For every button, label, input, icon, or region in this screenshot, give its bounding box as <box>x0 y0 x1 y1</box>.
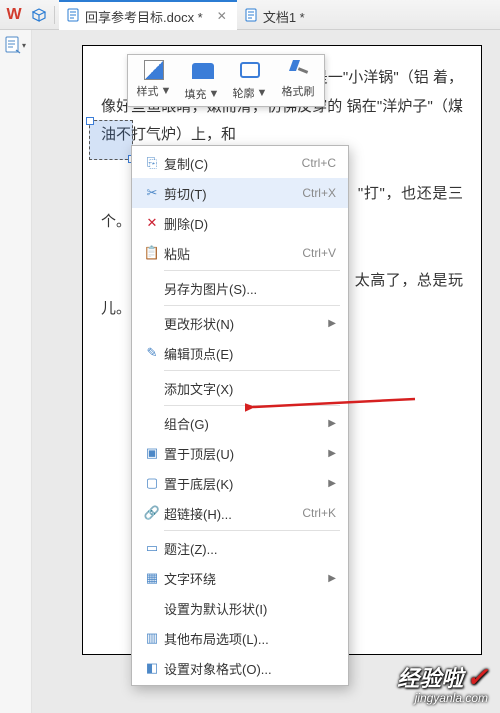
menu-icon: ▭ <box>140 540 164 556</box>
menu-item[interactable]: ⎘复制(C)Ctrl+C <box>132 148 348 178</box>
style-icon <box>144 60 164 80</box>
outline-dropdown[interactable]: 轮廓▼ <box>226 57 274 104</box>
chevron-right-icon: ▶ <box>328 318 336 329</box>
menu-icon: ▦ <box>140 570 164 586</box>
menu-item[interactable]: ✕删除(D) <box>132 208 348 238</box>
menu-item[interactable]: 组合(G) ▶ <box>132 408 348 438</box>
menu-icon: 📋 <box>140 245 164 261</box>
box-icon[interactable] <box>28 8 50 22</box>
menu-item[interactable]: ✎编辑顶点(E) <box>132 338 348 368</box>
menu-item[interactable]: ▥其他布局选项(L)... <box>132 623 348 653</box>
shape-format-toolbar: 样式▼ 填充▼ 轮廓▼ 格式刷 <box>127 54 325 107</box>
chevron-right-icon: ▶ <box>328 573 336 584</box>
menu-label: 组合(G) <box>164 414 324 433</box>
menu-label: 文字环绕 <box>164 569 324 588</box>
menu-item[interactable]: ▣置于顶层(U) ▶ <box>132 438 348 468</box>
tab-label: 回享参考目标.docx * <box>85 7 203 26</box>
chevron-right-icon: ▶ <box>328 478 336 489</box>
document-tabs: 回享参考目标.docx * ✕ 文档1 * <box>59 0 315 29</box>
menu-label: 设置对象格式(O)... <box>164 659 336 678</box>
tab-document-1[interactable]: 回享参考目标.docx * ✕ <box>59 0 237 30</box>
menu-shortcut: Ctrl+K <box>302 506 336 520</box>
menu-label: 超链接(H)... <box>164 504 302 523</box>
menu-icon: ✎ <box>140 345 164 361</box>
menu-label: 题注(Z)... <box>164 539 336 558</box>
menu-separator <box>164 405 340 406</box>
format-painter-button[interactable]: 格式刷 <box>274 57 322 104</box>
menu-label: 剪切(T) <box>164 184 302 203</box>
tab-label: 文档1 * <box>263 7 305 26</box>
sidebar-doc-icon[interactable]: ▾ <box>0 30 31 60</box>
menu-icon: ▣ <box>140 445 164 461</box>
doc-icon <box>67 8 79 25</box>
app-icon: W <box>0 1 28 29</box>
menu-shortcut: Ctrl+X <box>302 186 336 200</box>
separator <box>54 6 55 24</box>
menu-icon: ✕ <box>140 215 164 231</box>
chevron-down-icon: ▼ <box>209 88 220 100</box>
close-icon[interactable]: ✕ <box>217 10 227 22</box>
title-bar: W 回享参考目标.docx * ✕ 文档1 * <box>0 0 500 30</box>
menu-item[interactable]: 另存为图片(S)... <box>132 273 348 303</box>
menu-label: 置于底层(K) <box>164 474 324 493</box>
doc-icon <box>245 8 257 25</box>
selected-shape[interactable] <box>89 120 133 160</box>
menu-separator <box>164 530 340 531</box>
menu-label: 删除(D) <box>164 214 336 233</box>
brush-icon <box>288 60 310 78</box>
menu-item[interactable]: ◧设置对象格式(O)... <box>132 653 348 683</box>
menu-label: 另存为图片(S)... <box>164 279 336 298</box>
menu-item[interactable]: ▦文字环绕 ▶ <box>132 563 348 593</box>
outline-icon <box>240 62 260 78</box>
chevron-right-icon: ▶ <box>328 418 336 429</box>
menu-separator <box>164 305 340 306</box>
menu-item[interactable]: 📋粘贴Ctrl+V <box>132 238 348 268</box>
menu-shortcut: Ctrl+V <box>302 246 336 260</box>
menu-item[interactable]: 设置为默认形状(I) <box>132 593 348 623</box>
style-dropdown[interactable]: 样式▼ <box>130 57 178 104</box>
context-menu: ⎘复制(C)Ctrl+C✂剪切(T)Ctrl+X✕删除(D)📋粘贴Ctrl+V另… <box>131 145 349 686</box>
menu-item[interactable]: 🔗超链接(H)...Ctrl+K <box>132 498 348 528</box>
menu-label: 复制(C) <box>164 154 302 173</box>
menu-label: 更改形状(N) <box>164 314 324 333</box>
fill-icon <box>192 63 214 79</box>
menu-item[interactable]: 更改形状(N) ▶ <box>132 308 348 338</box>
menu-shortcut: Ctrl+C <box>302 156 336 170</box>
menu-icon: ◧ <box>140 660 164 676</box>
menu-item[interactable]: 添加文字(X) <box>132 373 348 403</box>
chevron-down-icon: ▼ <box>161 85 172 97</box>
fill-dropdown[interactable]: 填充▼ <box>178 57 226 104</box>
menu-item[interactable]: ✂剪切(T)Ctrl+X <box>132 178 348 208</box>
chevron-down-icon: ▼ <box>257 87 268 99</box>
menu-label: 其他布局选项(L)... <box>164 629 336 648</box>
menu-separator <box>164 270 340 271</box>
menu-icon: ⎘ <box>140 155 164 171</box>
left-sidebar: ▾ <box>0 30 32 713</box>
menu-label: 添加文字(X) <box>164 379 336 398</box>
menu-separator <box>164 370 340 371</box>
menu-icon: ▥ <box>140 630 164 646</box>
menu-item[interactable]: ▢置于底层(K) ▶ <box>132 468 348 498</box>
menu-label: 编辑顶点(E) <box>164 344 336 363</box>
menu-icon: ✂ <box>140 185 164 201</box>
menu-icon: 🔗 <box>140 505 164 521</box>
menu-label: 粘贴 <box>164 244 302 263</box>
menu-label: 置于顶层(U) <box>164 444 324 463</box>
menu-icon: ▢ <box>140 475 164 491</box>
tab-document-2[interactable]: 文档1 * <box>237 0 315 30</box>
menu-item[interactable]: ▭题注(Z)... <box>132 533 348 563</box>
chevron-right-icon: ▶ <box>328 448 336 459</box>
menu-label: 设置为默认形状(I) <box>164 599 336 618</box>
